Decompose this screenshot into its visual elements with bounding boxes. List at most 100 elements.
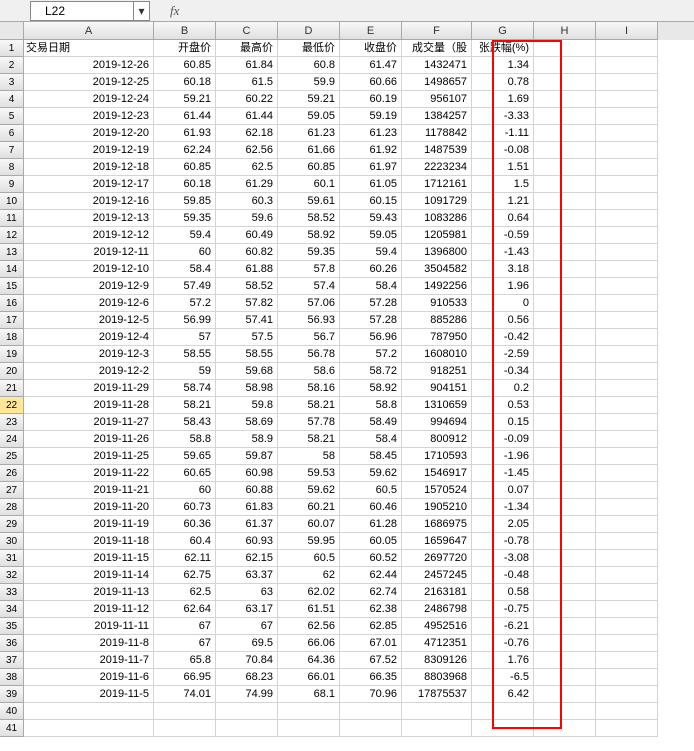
cell[interactable]: 62 [278,567,340,584]
cell[interactable]: 58.4 [340,431,402,448]
cell[interactable]: 63 [216,584,278,601]
cell[interactable]: 60.73 [154,499,216,516]
cell[interactable]: 66.35 [340,669,402,686]
cell[interactable]: 62.64 [154,601,216,618]
cell[interactable]: -6.21 [472,618,534,635]
cell[interactable]: 0.56 [472,312,534,329]
cell[interactable]: 1091729 [402,193,472,210]
cell[interactable]: 66.95 [154,669,216,686]
cell[interactable]: 62.74 [340,584,402,601]
cell[interactable]: 2019-12-25 [24,74,154,91]
row-num[interactable]: 13 [0,244,24,261]
cell[interactable] [402,720,472,737]
name-box[interactable]: L22 ▾ [30,1,150,21]
cell[interactable] [596,499,658,516]
cell[interactable]: 2019-12-17 [24,176,154,193]
cell[interactable]: 2223234 [402,159,472,176]
cell[interactable]: 2019-12-12 [24,227,154,244]
cell[interactable]: 收盘价 [340,40,402,57]
cell[interactable]: 1546917 [402,465,472,482]
cell[interactable] [534,584,596,601]
cell[interactable] [534,57,596,74]
cell[interactable]: 张跌幅(%) [472,40,534,57]
row-num[interactable]: 41 [0,720,24,737]
cell[interactable] [596,686,658,703]
row-num[interactable]: 22 [0,397,24,414]
cell[interactable]: 58.92 [340,380,402,397]
cell[interactable]: 61.93 [154,125,216,142]
cell[interactable]: 59.61 [278,193,340,210]
cell[interactable] [534,74,596,91]
cell[interactable]: 2019-12-16 [24,193,154,210]
row-num[interactable]: 3 [0,74,24,91]
cell[interactable]: -3.08 [472,550,534,567]
cell[interactable]: 61.29 [216,176,278,193]
cell[interactable] [24,703,154,720]
cell[interactable]: 2019-12-6 [24,295,154,312]
cell[interactable] [596,125,658,142]
row-num[interactable]: 14 [0,261,24,278]
cell[interactable]: 1570524 [402,482,472,499]
cell[interactable] [534,516,596,533]
cell[interactable] [596,482,658,499]
cell[interactable]: 60.82 [216,244,278,261]
cell[interactable] [534,227,596,244]
cell[interactable]: 2019-11-29 [24,380,154,397]
cell[interactable]: -6.5 [472,669,534,686]
cell[interactable]: 59.21 [278,91,340,108]
cell[interactable]: 2019-11-28 [24,397,154,414]
row-num[interactable]: 32 [0,567,24,584]
cell[interactable]: 60.65 [154,465,216,482]
cell[interactable] [596,601,658,618]
cell[interactable]: 60.1 [278,176,340,193]
cell[interactable]: 58.6 [278,363,340,380]
cell[interactable] [534,312,596,329]
cell[interactable]: 2019-12-9 [24,278,154,295]
cell[interactable] [534,720,596,737]
cell[interactable]: -0.34 [472,363,534,380]
row-num[interactable]: 6 [0,125,24,142]
cell[interactable] [534,397,596,414]
cell[interactable]: 2019-11-20 [24,499,154,516]
cell[interactable]: 2019-11-7 [24,652,154,669]
cell[interactable]: 60.18 [154,176,216,193]
cell[interactable] [596,91,658,108]
cell[interactable] [596,516,658,533]
cell[interactable]: 成交量（股 [402,40,472,57]
cell[interactable]: 61.44 [216,108,278,125]
cell[interactable]: -0.75 [472,601,534,618]
cell[interactable] [216,703,278,720]
cell[interactable]: 56.7 [278,329,340,346]
row-num[interactable]: 16 [0,295,24,312]
cell[interactable] [402,703,472,720]
cell[interactable]: 56.99 [154,312,216,329]
cell[interactable]: 57.28 [340,295,402,312]
cell[interactable]: 60.98 [216,465,278,482]
cell[interactable]: 57.78 [278,414,340,431]
cell[interactable]: 56.93 [278,312,340,329]
cell[interactable]: 59.43 [340,210,402,227]
cell[interactable] [596,533,658,550]
cell[interactable]: 1396800 [402,244,472,261]
cell[interactable]: 56.78 [278,346,340,363]
cell[interactable]: 60.3 [216,193,278,210]
cell[interactable]: 59.8 [216,397,278,414]
cell[interactable]: 2019-12-19 [24,142,154,159]
cell[interactable]: 2019-12-26 [24,57,154,74]
cell[interactable]: 62.44 [340,567,402,584]
cell[interactable]: 58.43 [154,414,216,431]
cell[interactable]: -3.33 [472,108,534,125]
cell[interactable]: 2.05 [472,516,534,533]
cell[interactable] [596,142,658,159]
cell[interactable]: 58.21 [278,397,340,414]
cell[interactable]: 58.52 [278,210,340,227]
row-num[interactable]: 33 [0,584,24,601]
cell[interactable]: 8309126 [402,652,472,669]
cell[interactable]: 17875537 [402,686,472,703]
cell[interactable]: 59.35 [278,244,340,261]
cell[interactable]: 67 [216,618,278,635]
cell[interactable] [534,142,596,159]
cell[interactable]: 61.51 [278,601,340,618]
cell[interactable] [534,91,596,108]
cell[interactable]: 2019-11-18 [24,533,154,550]
